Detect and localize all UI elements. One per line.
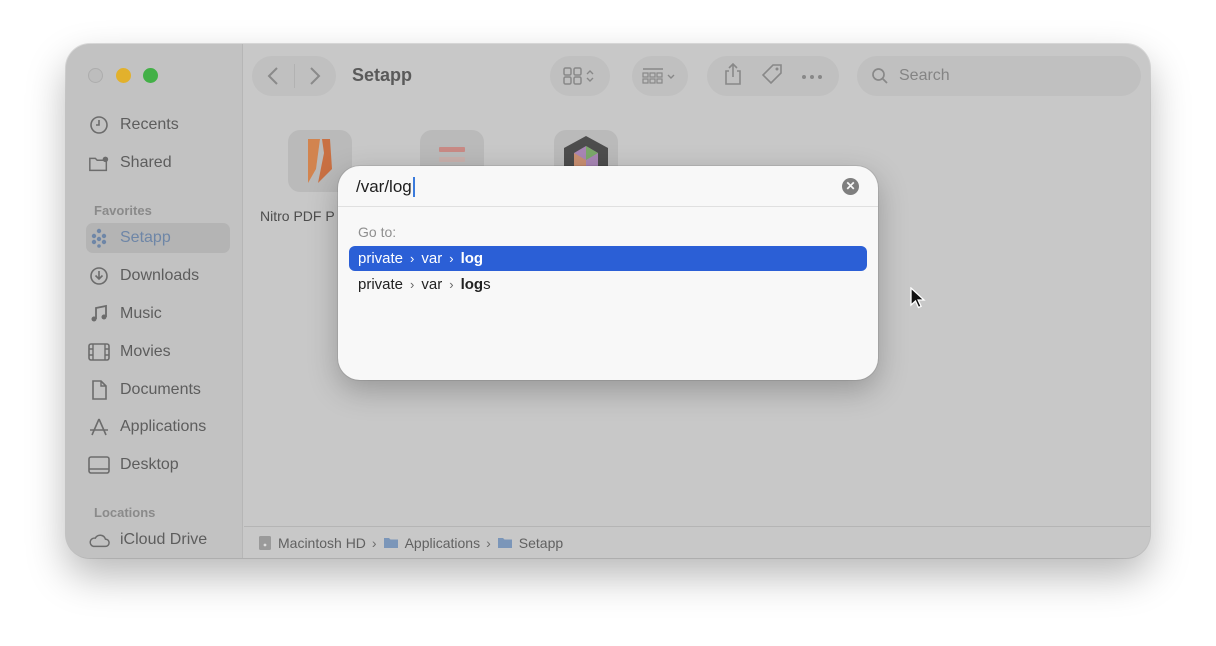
text-caret (412, 177, 415, 197)
music-icon (88, 303, 110, 325)
path-segment-label: Macintosh HD (278, 534, 366, 551)
sidebar-item-music[interactable]: Music (88, 299, 230, 329)
suggestion-row-selected[interactable]: private › var › log (349, 246, 867, 271)
path-bar: Macintosh HD › Applications › Setapp (244, 526, 1150, 558)
sidebar-item-icloud-drive[interactable]: iCloud Drive (88, 525, 230, 555)
sidebar-item-downloads[interactable]: Downloads (88, 261, 230, 291)
group-by-button[interactable] (632, 56, 688, 96)
path-suffix: s (483, 276, 491, 293)
applications-icon (88, 416, 110, 438)
sidebar-item-label: Music (120, 305, 162, 322)
close-icon: ✕ (845, 179, 856, 193)
close-window-button[interactable] (88, 68, 103, 83)
document-icon (88, 379, 110, 401)
sidebar-item-label: Documents (120, 381, 201, 398)
chevron-left-icon (267, 67, 278, 85)
sidebar-item-setapp[interactable]: Setapp (86, 223, 230, 253)
share-icon (725, 62, 742, 85)
path-match: log (460, 250, 484, 267)
view-mode-button[interactable] (550, 56, 610, 96)
chevron-right-icon: › (410, 251, 415, 266)
grid-view-icon (563, 67, 594, 85)
path-input[interactable]: /var/log (356, 175, 415, 199)
search-field[interactable]: Search (857, 56, 1141, 96)
film-icon (88, 341, 110, 363)
ellipsis-icon (801, 75, 822, 79)
search-placeholder: Search (899, 67, 950, 84)
sidebar-item-label: Movies (120, 343, 171, 360)
sidebar-item-label: Shared (120, 154, 172, 171)
path-separator-icon: › (486, 534, 491, 551)
path-segment-macintosh-hd[interactable]: Macintosh HD (258, 535, 366, 551)
path-part: private (358, 276, 404, 293)
back-button[interactable] (252, 66, 294, 86)
window-title: Setapp (352, 65, 413, 85)
file-label: Nitro PDF P (260, 208, 335, 224)
maximize-window-button[interactable] (143, 68, 158, 83)
path-segment-setapp[interactable]: Setapp (497, 535, 563, 551)
search-icon (872, 68, 888, 84)
sidebar-item-label: Desktop (120, 456, 179, 473)
tags-button[interactable] (760, 63, 784, 90)
folder-icon (383, 538, 398, 548)
hard-drive-icon (259, 535, 271, 550)
mouse-pointer-icon (910, 286, 926, 314)
favorites-header: Favorites (94, 203, 152, 218)
tag-icon (761, 63, 782, 84)
folder-icon (497, 538, 512, 548)
sidebar-item-label: Downloads (120, 267, 200, 284)
download-icon (88, 265, 110, 287)
sidebar-item-label: Setapp (120, 229, 171, 246)
forward-button[interactable] (294, 66, 336, 86)
sidebar-item-applications[interactable]: Applications (88, 412, 230, 442)
nitro-pdf-icon (308, 139, 332, 183)
action-button-group (707, 56, 839, 96)
path-match: log (460, 276, 484, 293)
sidebar-item-recents[interactable]: Recents (88, 110, 230, 140)
sidebar: Recents Shared Favorites Setapp Download… (66, 44, 243, 558)
sidebar-item-movies[interactable]: Movies (88, 337, 230, 367)
clear-input-button[interactable]: ✕ (842, 178, 859, 195)
sidebar-item-desktop[interactable]: Desktop (88, 450, 230, 480)
nav-button-group (252, 56, 336, 96)
sidebar-item-label: Recents (120, 116, 179, 133)
path-part: var (421, 250, 443, 267)
more-button[interactable] (801, 67, 823, 85)
setapp-icon (88, 227, 110, 249)
path-part: var (421, 276, 443, 293)
desktop-icon (88, 454, 110, 476)
chevron-right-icon: › (410, 277, 415, 292)
group-icon (642, 68, 675, 84)
minimize-window-button[interactable] (116, 68, 131, 83)
locations-header: Locations (94, 505, 156, 520)
chevron-right-icon: › (449, 277, 454, 292)
sidebar-item-label: iCloud Drive (120, 531, 208, 548)
path-segment-applications[interactable]: Applications (383, 534, 481, 551)
cloud-icon (88, 529, 110, 551)
chevron-right-icon (310, 67, 321, 85)
suggestion-row[interactable]: private › var › log s (349, 272, 867, 297)
share-button[interactable] (723, 62, 743, 90)
path-separator-icon: › (371, 534, 377, 551)
go-to-folder-dialog: /var/log ✕ Go to: private › var › log pr… (338, 166, 878, 380)
path-part: private (358, 250, 404, 267)
sidebar-item-shared[interactable]: Shared (88, 148, 230, 178)
sidebar-item-documents[interactable]: Documents (88, 375, 230, 405)
sidebar-item-label: Applications (120, 418, 207, 435)
path-segment-label: Applications (404, 534, 481, 551)
chevron-right-icon: › (449, 251, 454, 266)
path-segment-label: Setapp (518, 534, 564, 551)
shared-folder-icon (88, 152, 110, 174)
path-input-value: /var/log (356, 177, 412, 196)
clock-icon (88, 114, 110, 136)
go-to-label: Go to: (358, 224, 397, 240)
divider (338, 206, 878, 207)
